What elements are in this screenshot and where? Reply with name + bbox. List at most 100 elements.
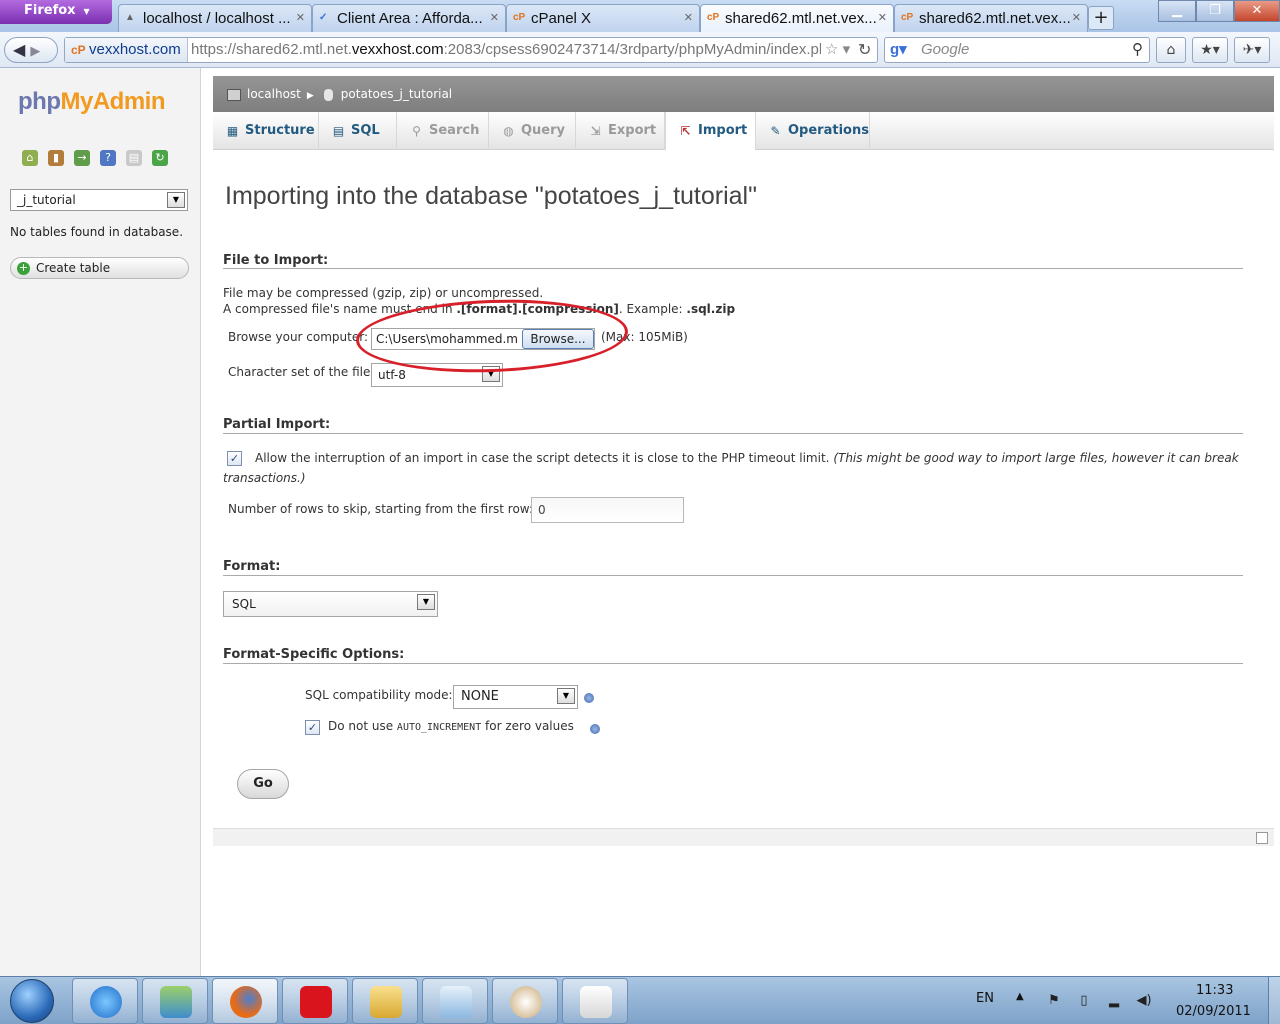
windows-taskbar: EN ▲ ⚑ ▯ ▂ ◀) 11:33 02/09/2011 xyxy=(0,976,1280,1024)
clock-time[interactable]: 11:33 xyxy=(1196,983,1233,998)
server-icon[interactable]: ▮ xyxy=(48,150,64,166)
taskbar-wordpad[interactable] xyxy=(562,978,628,1024)
cpanel-favicon-icon: cP xyxy=(513,12,526,23)
help-icon[interactable]: ? xyxy=(100,150,116,166)
minimize-button[interactable]: ▁ xyxy=(1158,0,1196,22)
close-icon[interactable]: ✕ xyxy=(684,11,693,24)
reload-icon[interactable]: ↻ xyxy=(858,37,878,63)
new-window-icon[interactable] xyxy=(1256,832,1268,844)
close-icon[interactable]: ✕ xyxy=(296,11,305,24)
site-identity-label: vexxhost.com xyxy=(89,41,181,58)
compression-note: File may be compressed (gzip, zip) or un… xyxy=(223,286,544,300)
start-button[interactable] xyxy=(10,979,54,1023)
allow-interrupt-note: (This might be good way to import large … xyxy=(833,451,1239,465)
taskbar-vodafone[interactable] xyxy=(282,978,348,1024)
browser-tab-pma[interactable]: ▲ localhost / localhost ... ✕ xyxy=(118,4,312,32)
taskbar-paint[interactable] xyxy=(492,978,558,1024)
format-value: SQL xyxy=(232,597,256,611)
back-arrow-icon[interactable]: ◀ xyxy=(13,40,25,59)
allow-interrupt-checkbox[interactable]: ✓ xyxy=(227,451,242,466)
allow-interrupt-note-continued: transactions.) xyxy=(223,471,306,485)
taskbar-users[interactable] xyxy=(142,978,208,1024)
tab-import[interactable]: ⇱ Import xyxy=(665,112,756,150)
firefox-icon xyxy=(230,986,262,1018)
home-button[interactable]: ⌂ xyxy=(1156,37,1186,63)
forward-arrow-icon[interactable]: ▶ xyxy=(30,44,40,59)
internet-explorer-icon xyxy=(90,986,122,1018)
auto-increment-line: Do not use AUTO_INCREMENT for zero value… xyxy=(328,719,574,733)
search-bar[interactable]: g▾ Google ⚲ xyxy=(884,37,1150,63)
search-icon[interactable]: ⚲ xyxy=(1132,38,1143,62)
language-indicator[interactable]: EN xyxy=(976,991,994,1006)
format-select[interactable]: SQL ▼ xyxy=(223,591,438,617)
firefox-menu-label: Firefox xyxy=(24,3,76,18)
breadcrumb-database-link[interactable]: potatoes_j_tutorial xyxy=(341,87,452,101)
taskbar-notepad[interactable] xyxy=(422,978,488,1024)
browser-tab-shared62-active[interactable]: cP shared62.mtl.net.vex... ✕ xyxy=(700,4,894,32)
phpmyadmin-logo[interactable]: phpMyAdmin xyxy=(18,88,165,116)
home-icon[interactable]: ⌂ xyxy=(22,150,38,166)
back-forward-buttons[interactable]: ◀ ▶ xyxy=(4,37,58,63)
google-icon[interactable]: g▾ xyxy=(890,38,907,62)
taskbar-internet-explorer[interactable] xyxy=(72,978,138,1024)
url-text[interactable]: https://shared62.mtl.net.vexxhost.com:20… xyxy=(191,38,821,62)
docs-icon[interactable]: ▤ xyxy=(126,150,142,166)
auto-increment-checkbox[interactable]: ✓ xyxy=(305,720,320,735)
wordpad-icon xyxy=(580,986,612,1018)
create-table-button[interactable]: + Create table xyxy=(10,257,189,279)
database-select-value: _j_tutorial xyxy=(17,193,76,207)
chevron-down-icon: ▼ xyxy=(417,594,435,610)
navigation-icons: ⌂ ▮ →? ▤ ↻ xyxy=(22,150,178,168)
reload-icon[interactable]: ↻ xyxy=(152,150,168,166)
bookmarks-button[interactable]: ★▾ xyxy=(1192,37,1228,63)
show-desktop-button[interactable] xyxy=(1268,977,1280,1024)
browser-tab-shared62[interactable]: cP shared62.mtl.net.vex... ✕ xyxy=(894,4,1088,32)
network-icon[interactable]: ▂ xyxy=(1106,993,1122,1009)
tab-search[interactable]: ⚲ Search xyxy=(397,112,489,150)
create-table-label: Create table xyxy=(36,261,111,275)
logo-php: php xyxy=(18,88,61,115)
database-select[interactable]: _j_tutorial ▼ xyxy=(10,189,188,211)
maximize-button[interactable]: ❐ xyxy=(1196,0,1234,22)
site-identity-button[interactable]: cP vexxhost.com xyxy=(65,38,188,62)
window-close-button[interactable]: ✕ xyxy=(1234,0,1280,22)
tab-export[interactable]: ⇲ Export xyxy=(576,112,665,150)
browser-tab-client-area[interactable]: ✓ Client Area : Afforda... ✕ xyxy=(312,4,506,32)
action-center-icon[interactable]: ⚑ xyxy=(1046,993,1062,1009)
new-tab-button[interactable]: + xyxy=(1088,6,1114,30)
help-icon[interactable] xyxy=(590,724,600,734)
close-icon[interactable]: ✕ xyxy=(490,11,499,24)
logout-icon[interactable]: → xyxy=(74,150,90,166)
page-title: Importing into the database "potatoes_j_… xyxy=(225,182,757,210)
tab-operations[interactable]: ✎ Operations xyxy=(756,112,870,150)
tab-title: shared62.mtl.net.vex... xyxy=(919,10,1071,27)
help-icon[interactable] xyxy=(584,693,594,703)
tab-sql[interactable]: ▤ SQL xyxy=(319,112,397,150)
go-button[interactable]: Go xyxy=(237,769,289,799)
tab-label: Search xyxy=(429,123,480,138)
tab-query[interactable]: ◍ Query xyxy=(489,112,576,150)
skip-rows-input[interactable]: 0 xyxy=(531,497,684,523)
pma-navigation-frame: phpMyAdmin ⌂ ▮ →? ▤ ↻ _j_tutorial ▼ No tables… xyxy=(0,68,201,976)
breadcrumb-server-link[interactable]: localhost xyxy=(247,87,301,101)
taskbar-explorer[interactable] xyxy=(352,978,418,1024)
tab-structure[interactable]: ▦ Structure xyxy=(213,112,319,150)
tab-label: Export xyxy=(608,123,657,138)
show-hidden-icons-icon[interactable]: ▲ xyxy=(1016,991,1024,1002)
url-bar[interactable]: cP vexxhost.com https://shared62.mtl.net.… xyxy=(64,37,878,63)
charset-value: utf-8 xyxy=(378,368,406,382)
taskbar-firefox[interactable] xyxy=(212,978,278,1024)
volume-icon[interactable]: ◀) xyxy=(1136,993,1152,1009)
clock-date[interactable]: 02/09/2011 xyxy=(1176,1004,1251,1019)
close-icon[interactable]: ✕ xyxy=(878,11,887,24)
format-options-heading: Format-Specific Options: xyxy=(223,647,405,662)
close-icon[interactable]: ✕ xyxy=(1072,11,1081,24)
tab-title: cPanel X xyxy=(531,10,592,27)
firefox-menu-button[interactable]: Firefox ▼ xyxy=(0,0,112,24)
removable-device-icon[interactable]: ▯ xyxy=(1076,993,1092,1009)
bookmark-star-icon[interactable]: ☆ ▾ xyxy=(825,38,850,62)
browser-tab-cpanel[interactable]: cP cPanel X ✕ xyxy=(506,4,700,32)
addon-button[interactable]: ✈▾ xyxy=(1234,37,1270,63)
browse-label: Browse your computer: xyxy=(228,330,369,344)
compat-mode-select[interactable]: NONE ▼ xyxy=(453,685,578,709)
